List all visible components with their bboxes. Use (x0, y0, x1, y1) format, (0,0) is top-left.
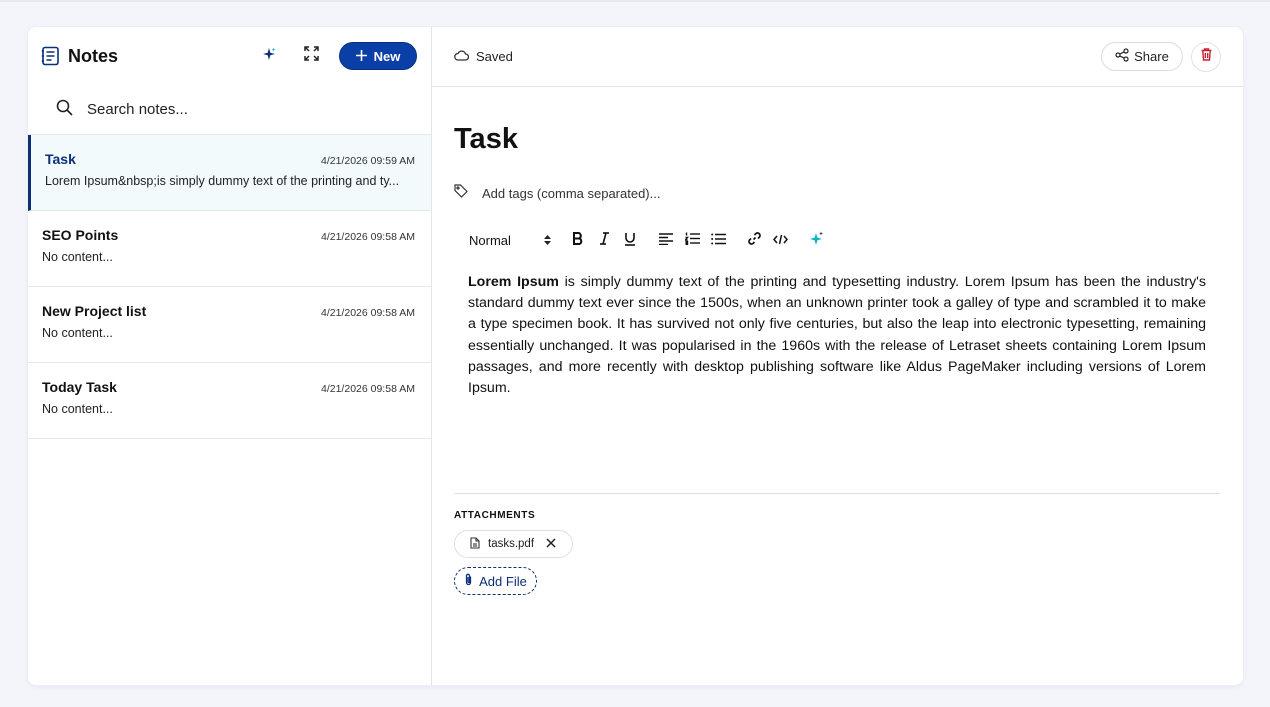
note-date: 4/21/2026 09:58 AM (321, 307, 415, 319)
align-left-button[interactable] (653, 228, 679, 252)
cloud-icon (454, 49, 470, 64)
ordered-list-icon (683, 232, 700, 248)
note-item-new-project-list[interactable]: New Project list 4/21/2026 09:58 AM No c… (28, 287, 431, 363)
note-date: 4/21/2026 09:58 AM (321, 231, 415, 243)
sparkle-icon (262, 47, 276, 66)
share-icon (1115, 48, 1129, 65)
format-select[interactable]: Normal (469, 233, 565, 248)
note-preview: No content... (42, 250, 113, 264)
italic-icon (599, 232, 610, 248)
code-button[interactable] (767, 228, 793, 252)
expand-icon (303, 46, 319, 66)
editor-bold-text: Lorem Ipsum (468, 274, 559, 290)
sidebar-actions: New (255, 42, 417, 70)
search-input[interactable] (87, 101, 387, 118)
underline-icon (624, 232, 636, 249)
notes-app: Notes New Search notes... Task 4/21/2026… (28, 27, 1243, 685)
save-status: Saved (454, 49, 513, 64)
attachments-divider (454, 493, 1220, 494)
sidebar-title-group: Notes (41, 46, 118, 67)
note-title-heading[interactable]: Task (454, 123, 518, 156)
share-label: Share (1134, 49, 1169, 64)
note-title: SEO Points (42, 227, 119, 243)
ai-sparkle-button[interactable] (255, 42, 283, 70)
ai-assist-button[interactable] (803, 228, 829, 252)
add-file-button[interactable]: Add File (454, 567, 537, 595)
new-note-button[interactable]: New (339, 42, 417, 70)
link-button[interactable] (741, 228, 767, 252)
bold-button[interactable] (565, 228, 591, 252)
expand-button[interactable] (297, 42, 325, 70)
note-preview: No content... (42, 326, 113, 340)
note-item-task[interactable]: Task 4/21/2026 09:59 AM Lorem Ipsum&nbsp… (28, 135, 431, 211)
add-file-label: Add File (479, 573, 527, 589)
notes-list: Task 4/21/2026 09:59 AM Lorem Ipsum&nbsp… (28, 135, 431, 439)
note-preview: Lorem Ipsum&nbsp;is simply dummy text of… (45, 174, 400, 188)
top-border (0, 0, 1270, 2)
note-date: 4/21/2026 09:59 AM (321, 155, 415, 167)
new-note-label: New (373, 48, 401, 64)
delete-button[interactable] (1191, 41, 1221, 72)
note-item-seo-points[interactable]: SEO Points 4/21/2026 09:58 AM No content… (28, 211, 431, 287)
save-status-text: Saved (476, 49, 513, 64)
updown-arrow-icon (544, 233, 551, 248)
trash-icon (1201, 47, 1212, 66)
editor-body-text: is simply dummy text of the printing and… (468, 274, 1206, 397)
sidebar: Notes New Search notes... Task 4/21/2026… (28, 27, 432, 685)
code-icon (772, 232, 788, 248)
note-editor: Saved Share Task Add tags (comma separat… (432, 27, 1243, 685)
attachment-filename: tasks.pdf (488, 538, 535, 550)
share-button[interactable]: Share (1101, 42, 1183, 71)
search-bar (28, 85, 431, 135)
attachments-label: ATTACHMENTS (454, 510, 536, 521)
notes-list-icon (41, 46, 60, 66)
format-select-value: Normal (469, 232, 511, 248)
align-left-icon (659, 232, 673, 248)
attachment-chip[interactable]: tasks.pdf (454, 530, 573, 558)
search-icon (56, 99, 73, 121)
note-title: Task (45, 151, 76, 167)
editor-header: Saved Share (432, 27, 1243, 87)
tag-icon (454, 184, 468, 203)
bold-icon (572, 232, 584, 248)
underline-button[interactable] (617, 228, 643, 252)
note-title: Today Task (42, 379, 117, 395)
paperclip-icon (464, 573, 473, 589)
sidebar-header: Notes New (28, 27, 431, 85)
editor-toolbar: Normal (469, 228, 829, 252)
note-title: New Project list (42, 303, 147, 319)
note-date: 4/21/2026 09:58 AM (321, 383, 415, 395)
ordered-list-button[interactable] (679, 228, 705, 252)
note-preview: No content... (42, 402, 113, 416)
italic-button[interactable] (591, 228, 617, 252)
sidebar-title: Notes (68, 45, 119, 66)
tags-row (454, 184, 782, 203)
bullet-list-icon (710, 232, 726, 248)
editor-content[interactable]: Lorem Ipsum is simply dummy text of the … (468, 272, 1206, 399)
sparkle-icon (809, 231, 824, 249)
note-item-today-task[interactable]: Today Task 4/21/2026 09:58 AM No content… (28, 363, 431, 439)
file-icon (470, 536, 480, 552)
tags-input[interactable] (482, 186, 782, 201)
remove-attachment-icon[interactable] (546, 537, 556, 551)
link-icon (747, 231, 762, 249)
plus-icon (355, 49, 367, 64)
bullet-list-button[interactable] (705, 228, 731, 252)
